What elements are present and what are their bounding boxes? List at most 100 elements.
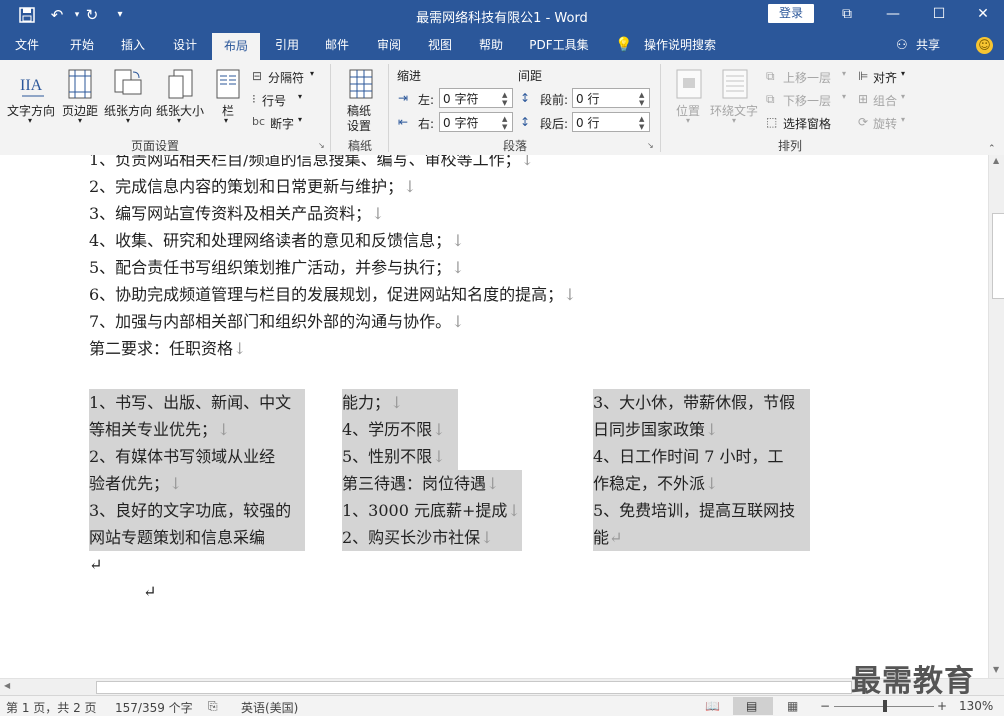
bring-forward-button[interactable]: 上移一层 [783, 69, 831, 86]
spacing-after-input[interactable]: 0 行 ▲ ▼ [572, 112, 650, 132]
tab-design[interactable]: 设计 [163, 31, 207, 60]
tab-references[interactable]: 引用 [265, 31, 309, 60]
rotate-dropdown-icon[interactable]: ▾ [901, 115, 905, 124]
align-dropdown-icon[interactable]: ▾ [901, 69, 905, 78]
doc-line: 第二要求：任职资格↓ [89, 335, 246, 362]
undo-icon[interactable]: ↶ [47, 5, 67, 25]
text-direction-dropdown-icon[interactable]: ▾ [28, 116, 32, 125]
vertical-scroll-thumb[interactable] [992, 213, 1004, 299]
position-dropdown-icon[interactable]: ▾ [686, 116, 690, 125]
wrap-text-dropdown-icon[interactable]: ▾ [732, 116, 736, 125]
paper-size-dropdown-icon[interactable]: ▾ [177, 116, 181, 125]
spin-up-icon[interactable]: ▲ [502, 91, 510, 99]
zoom-slider-thumb[interactable] [883, 700, 887, 712]
col2-line: 1、3000 元底薪+提成↓ [342, 497, 521, 524]
doc-line: 2、完成信息内容的策划和日常更新与维护；↓ [89, 173, 417, 200]
line-numbers-button[interactable]: 行号 [262, 92, 286, 109]
spin-down-icon[interactable]: ▼ [639, 99, 647, 107]
proofing-icon[interactable]: ⎘ [208, 699, 218, 714]
align-button[interactable]: 对齐 [873, 69, 897, 86]
vertical-scrollbar[interactable]: ▲ ▼ [988, 155, 1004, 678]
spin-down-icon[interactable]: ▼ [502, 99, 510, 107]
doc-line: 4、收集、研究和处理网络读者的意见和反馈信息；↓ [89, 227, 465, 254]
share-button[interactable]: 共享 [912, 31, 944, 60]
zoom-in-button[interactable]: + [937, 699, 947, 713]
read-mode-icon[interactable]: 📖 [705, 699, 720, 713]
col1-line: 验者优先；↓ [89, 470, 182, 497]
tab-review[interactable]: 审阅 [367, 31, 411, 60]
minimize-button[interactable]: — [870, 0, 916, 30]
tab-file[interactable]: 文件 [5, 31, 49, 60]
send-backward-button[interactable]: 下移一层 [783, 92, 831, 109]
indent-right-input[interactable]: 0 字符 ▲ ▼ [439, 112, 513, 132]
doc-line: 7、加强与内部相关部门和组织外部的沟通与协作。↓ [89, 308, 465, 335]
tab-help[interactable]: 帮助 [469, 31, 513, 60]
collapse-ribbon-icon[interactable]: ⌃ [988, 144, 996, 154]
col2-line: 4、学历不限↓ [342, 416, 446, 443]
smiley-feedback-icon[interactable]: ☺ [976, 37, 993, 54]
breaks-button[interactable]: 分隔符 [268, 69, 304, 86]
tab-mailings[interactable]: 邮件 [315, 31, 359, 60]
spin-down-icon[interactable]: ▼ [502, 123, 510, 131]
spin-up-icon[interactable]: ▲ [639, 91, 647, 99]
hyphenation-dropdown-icon[interactable]: ▾ [298, 115, 302, 124]
line-numbers-dropdown-icon[interactable]: ▾ [298, 92, 302, 101]
selection-pane-button[interactable]: 选择窗格 [783, 115, 831, 132]
columns-dropdown-icon[interactable]: ▾ [224, 116, 228, 125]
spin-down-icon[interactable]: ▼ [639, 123, 647, 131]
col3-line: 3、大小休，带薪休假，节假 [593, 389, 795, 416]
language-indicator[interactable]: 英语(美国) [241, 699, 298, 716]
zoom-level[interactable]: 130% [959, 699, 993, 713]
spacing-after-value: 0 行 [576, 116, 600, 130]
col3-line: 作稳定，不外派↓ [593, 470, 718, 497]
group-dropdown-icon[interactable]: ▾ [901, 92, 905, 101]
spacing-before-input[interactable]: 0 行 ▲ ▼ [572, 88, 650, 108]
tab-pdf-tools[interactable]: PDF工具集 [524, 31, 594, 60]
maximize-button[interactable]: ☐ [916, 0, 962, 30]
col3-text: 作稳定，不外派 [593, 474, 706, 493]
ribbon-display-options-icon[interactable]: ⧉ [824, 0, 870, 30]
paragraph-dialog-launcher-icon[interactable]: ↘ [647, 142, 655, 150]
scroll-left-icon[interactable]: ◀ [4, 681, 10, 690]
tab-layout[interactable]: 布局 [212, 33, 260, 60]
arrange-group-label: 排列 [777, 139, 802, 153]
spin-up-icon[interactable]: ▲ [502, 115, 510, 123]
breaks-dropdown-icon[interactable]: ▾ [310, 69, 314, 78]
login-button[interactable]: 登录 [768, 4, 814, 23]
tab-view[interactable]: 视图 [418, 31, 462, 60]
col3-text: 日同步国家政策 [593, 420, 706, 439]
group-separator [660, 64, 661, 152]
page-setup-dialog-launcher-icon[interactable]: ↘ [318, 142, 326, 150]
paragraph-mark: ↓ [507, 501, 521, 520]
manuscript-settings-button-line2[interactable]: 设置 [347, 117, 371, 134]
margins-dropdown-icon[interactable]: ▾ [78, 116, 82, 125]
spin-up-icon[interactable]: ▲ [639, 115, 647, 123]
web-layout-icon[interactable]: ▦ [787, 699, 798, 713]
word-count[interactable]: 157/359 个字 [115, 699, 193, 716]
paragraph-mark: ↓ [486, 474, 500, 493]
hyphenation-button[interactable]: 断字 [270, 115, 294, 132]
send-backward-dropdown-icon[interactable]: ▾ [842, 92, 846, 101]
group-button[interactable]: 组合 [873, 92, 897, 109]
horizontal-scroll-thumb[interactable] [96, 681, 852, 694]
close-button[interactable]: ✕ [960, 0, 1004, 30]
scroll-up-icon[interactable]: ▲ [993, 156, 999, 165]
indent-left-icon: ⇥ [398, 91, 409, 105]
save-icon[interactable] [17, 5, 37, 25]
send-backward-icon: ⧉ [766, 92, 775, 106]
redo-icon[interactable]: ↻ [82, 5, 102, 25]
tab-insert[interactable]: 插入 [111, 31, 155, 60]
col2-line: 能力；↓ [342, 389, 403, 416]
zoom-out-button[interactable]: − [820, 699, 830, 713]
tell-me-search[interactable]: 操作说明搜索 [640, 31, 720, 60]
page-count[interactable]: 第 1 页，共 2 页 [6, 699, 97, 716]
customize-toolbar-icon[interactable]: ▾ [110, 5, 130, 25]
scroll-down-icon[interactable]: ▼ [993, 665, 999, 674]
rotate-button[interactable]: 旋转 [873, 115, 897, 132]
bring-forward-dropdown-icon[interactable]: ▾ [842, 69, 846, 78]
tab-home[interactable]: 开始 [60, 31, 104, 60]
indent-heading: 缩进 [397, 69, 422, 83]
document-page[interactable]: 1、负责网站相关栏目/频道的信息搜集、编写、审校等工作；↓ 2、完成信息内容的策… [0, 155, 988, 678]
indent-left-input[interactable]: 0 字符 ▲ ▼ [439, 88, 513, 108]
orientation-dropdown-icon[interactable]: ▾ [126, 116, 130, 125]
